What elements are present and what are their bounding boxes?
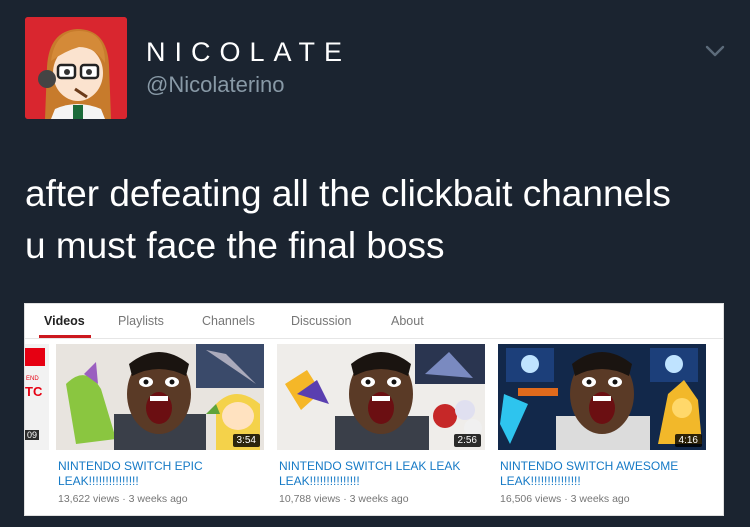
meta-separator: ·: [564, 493, 568, 505]
video-duration: 3:54: [232, 434, 260, 447]
tab-playlists[interactable]: Playlists: [118, 314, 164, 328]
partial-thumbnail-text: TC: [25, 384, 43, 399]
video-title[interactable]: NINTENDO SWITCH LEAK LEAK LEAK!!!!!!!!!!…: [279, 459, 494, 489]
view-count: 16,506 views: [500, 493, 562, 505]
chevron-down-icon[interactable]: [704, 40, 726, 62]
anime-avatar-icon: [25, 17, 127, 119]
tweet-text: after defeating all the clickbait channe…: [25, 168, 735, 272]
view-count: 10,788 views: [279, 493, 341, 505]
video-title-line: NINTENDO SWITCH LEAK LEAK: [279, 459, 461, 473]
video-meta: 10,788 views · 3 weeks ago: [279, 493, 409, 505]
active-tab-indicator: [39, 335, 91, 338]
video-meta: 16,506 views · 3 weeks ago: [500, 493, 630, 505]
video-title[interactable]: NINTENDO SWITCH AWESOME LEAK!!!!!!!!!!!!…: [500, 459, 715, 489]
video-thumbnail[interactable]: 3:54: [56, 344, 264, 450]
tweet-text-line: after defeating all the clickbait channe…: [25, 173, 671, 214]
nintendo-logo-block: [25, 348, 45, 366]
tweet-text-line: u must face the final boss: [25, 225, 445, 266]
video-title-line: LEAK!!!!!!!!!!!!!!!: [500, 474, 581, 488]
video-thumbnail-partial[interactable]: END TC 09: [25, 344, 49, 450]
upload-age: 3 weeks ago: [570, 493, 630, 505]
view-count: 13,622 views: [58, 493, 120, 505]
partial-duration: 09: [25, 430, 40, 440]
video-title-line: LEAK!!!!!!!!!!!!!!!: [58, 474, 139, 488]
video-thumbnail[interactable]: 4:16: [498, 344, 706, 450]
meta-separator: ·: [122, 493, 126, 505]
upload-age: 3 weeks ago: [128, 493, 188, 505]
partial-thumbnail-text: END: [26, 376, 39, 382]
tab-about[interactable]: About: [391, 314, 424, 328]
channel-tabs: Videos Playlists Channels Discussion Abo…: [25, 304, 723, 339]
video-title[interactable]: NINTENDO SWITCH EPIC LEAK!!!!!!!!!!!!!!!: [58, 459, 273, 489]
video-duration: 2:56: [453, 434, 481, 447]
video-title-line: NINTENDO SWITCH EPIC: [58, 459, 203, 473]
tab-videos[interactable]: Videos: [44, 314, 85, 328]
video-meta: 13,622 views · 3 weeks ago: [58, 493, 188, 505]
avatar[interactable]: [25, 17, 127, 119]
meta-separator: ·: [343, 493, 347, 505]
video-title-line: LEAK!!!!!!!!!!!!!!!: [279, 474, 360, 488]
video-duration: 4:16: [674, 434, 702, 447]
embedded-screenshot[interactable]: Videos Playlists Channels Discussion Abo…: [24, 303, 724, 516]
display-name[interactable]: NICOLATE: [146, 37, 351, 68]
upload-age: 3 weeks ago: [349, 493, 409, 505]
tab-channels[interactable]: Channels: [202, 314, 255, 328]
user-handle[interactable]: @Nicolaterino: [146, 72, 285, 98]
video-thumbnail[interactable]: 2:56: [277, 344, 485, 450]
tab-discussion[interactable]: Discussion: [291, 314, 351, 328]
video-title-line: NINTENDO SWITCH AWESOME: [500, 459, 679, 473]
